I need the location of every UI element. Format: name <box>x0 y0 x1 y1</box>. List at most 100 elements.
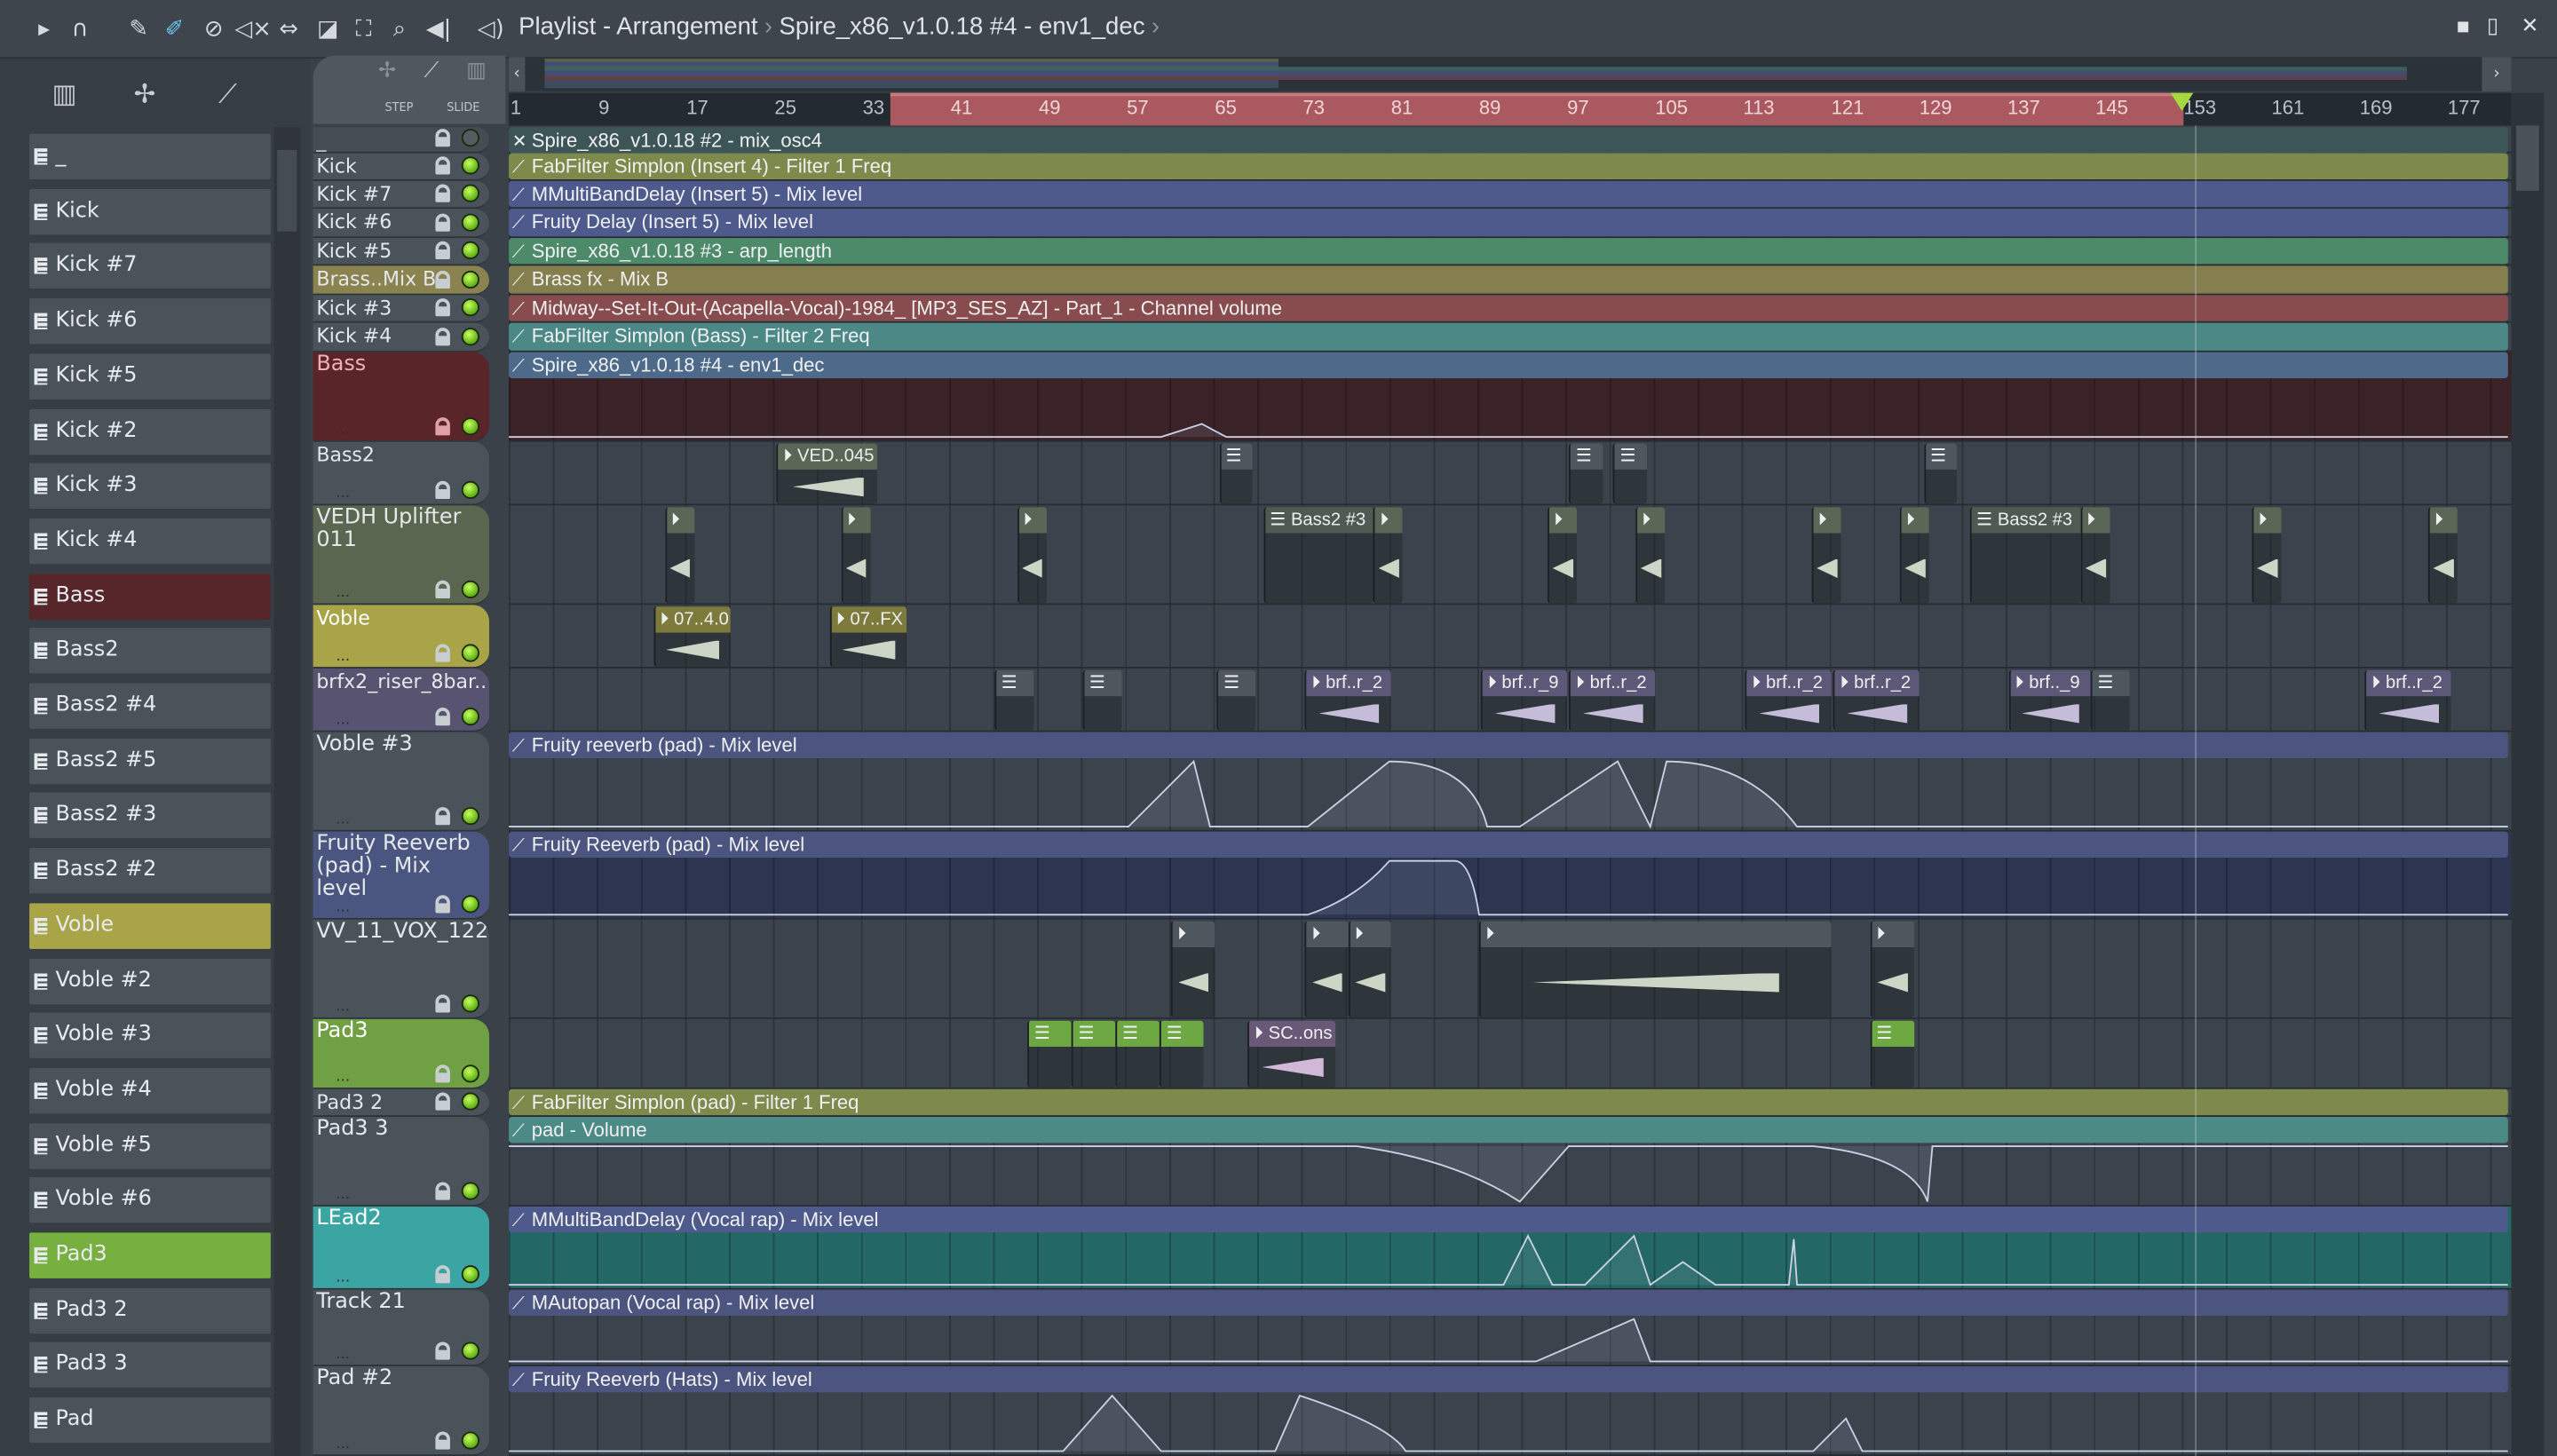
clip-header[interactable]: ⏵ brf..r_2 <box>1571 669 1656 697</box>
browser-item[interactable]: Kick #7 <box>29 243 271 289</box>
track-menu-dots[interactable]: ... <box>336 900 350 916</box>
pattern-clip[interactable]: ☰ <box>1082 669 1121 731</box>
track-menu-dots[interactable]: ... <box>336 1187 350 1203</box>
audio-clip[interactable]: ⏵ <box>840 507 871 604</box>
browser-item[interactable]: Voble #4 <box>29 1067 271 1114</box>
timeline-ruler[interactable]: 1 9 17 25 33 41 49 57 65 73 81 89 97 105 113 121 129 137 1… <box>509 92 2512 126</box>
browser-scrollbar[interactable] <box>273 127 300 1456</box>
automation-clip-icon[interactable]: ⟋ <box>512 297 525 322</box>
lock-icon[interactable] <box>435 417 450 436</box>
browser-item[interactable]: Pad3 3 <box>29 1342 271 1389</box>
track-enable-led[interactable] <box>461 708 479 726</box>
clip-header[interactable]: ⏵ <box>1636 507 1666 534</box>
lock-icon[interactable] <box>435 213 450 232</box>
clip-header[interactable]: ⏵ <box>1480 921 1832 948</box>
track-lane[interactable]: ⟋ MAutopan (Vocal rap) - Mix level <box>509 1289 2512 1366</box>
audio-wave-icon[interactable]: ✢ <box>378 59 396 83</box>
automation-clip[interactable]: ⟋ FabFilter Simplon (Insert 4) - Filter 1… <box>509 153 2508 180</box>
automation-clip-icon[interactable]: ⟋ <box>512 154 525 180</box>
track-menu-dots[interactable]: ... <box>336 1000 350 1016</box>
browser-item[interactable]: Voble #3 <box>29 1012 271 1059</box>
track-lane[interactable]: ☰ ☰ ☰ ☰ ⏵ SC..ons ☰ <box>509 1018 2512 1089</box>
track-enable-led[interactable] <box>461 417 479 436</box>
track-menu-dots[interactable]: ... <box>336 486 350 502</box>
automation-clip-icon[interactable]: ⟋ <box>512 1368 525 1394</box>
audio-clip[interactable]: ⏵ <box>1870 921 1914 1017</box>
track-header[interactable]: Fruity Reeverb (pad) - Mix level... <box>313 831 490 920</box>
track-header[interactable]: _ <box>313 127 490 154</box>
clip-header[interactable]: ☰ <box>1117 1020 1160 1048</box>
pattern-clip[interactable]: ☰ <box>1923 443 1957 504</box>
scroll-left-button[interactable]: ‹ <box>509 57 526 91</box>
clip-header[interactable]: ⏵ 07..4.0 <box>654 606 731 633</box>
browser-item[interactable]: Bass2 #4 <box>29 683 271 729</box>
automation-clip-icon[interactable]: ⟋ <box>512 267 525 293</box>
delete-icon[interactable]: ⊘ <box>199 15 228 44</box>
automation-envelope[interactable] <box>509 1145 2508 1203</box>
browser-item[interactable]: Pad3 <box>29 1232 271 1278</box>
pattern-clip[interactable]: ☰ <box>1569 443 1603 504</box>
track-enable-led[interactable] <box>461 184 479 202</box>
track-lane[interactable]: ✕ Spire_x86_v1.0.18 #2 - mix_osc4 <box>509 127 2512 154</box>
track-header[interactable]: Bass2... <box>313 441 490 506</box>
slip-icon[interactable]: ⇔ <box>274 15 304 44</box>
pattern-clip[interactable]: ☰ <box>1216 669 1256 731</box>
lock-icon[interactable] <box>435 1064 450 1083</box>
close-button[interactable]: ✕ <box>2521 15 2539 40</box>
automation-clip[interactable]: ⟋ Fruity reeverb (pad) - Mix level <box>509 732 2508 758</box>
pattern-clip[interactable]: ☰ <box>1613 443 1647 504</box>
automation-clip-icon[interactable]: ⟋ <box>512 733 525 759</box>
overview-selection[interactable] <box>544 59 1278 89</box>
clip-header[interactable]: ⏵ brf..r_2 <box>2366 669 2451 697</box>
track-menu-dots[interactable]: ... <box>336 1436 350 1452</box>
automation-clip-icon[interactable]: ⟋ <box>512 1119 525 1144</box>
audio-clip[interactable]: ⏵ 07..FX <box>829 606 907 668</box>
lock-icon[interactable] <box>435 1182 450 1200</box>
lock-icon[interactable] <box>435 1092 450 1111</box>
automation-clip[interactable]: ⟋ MMultiBandDelay (Insert 5) - Mix level <box>509 180 2508 208</box>
clip-header[interactable]: ⏵ <box>1172 921 1215 948</box>
track-header[interactable]: Kick #4 <box>313 322 490 352</box>
browser-item[interactable]: Bass <box>29 573 271 620</box>
track-lane[interactable]: ⟋ MMultiBandDelay (Insert 5) - Mix level <box>509 180 2512 210</box>
automation-clip-icon[interactable]: ⟋ <box>512 1292 525 1318</box>
scroll-right-button[interactable]: › <box>2482 57 2512 91</box>
clip-header[interactable]: ⏵ <box>1548 507 1578 534</box>
track-enable-led[interactable] <box>461 328 479 346</box>
track-enable-led[interactable] <box>461 644 479 662</box>
track-lane[interactable]: ⏵ 07..4.0 ⏵ 07..FX <box>509 605 2512 669</box>
automation-clip-icon[interactable]: ⟋ <box>512 1091 525 1117</box>
lock-icon[interactable] <box>435 807 450 826</box>
track-lane[interactable]: ⟋ Spire_x86_v1.0.18 #3 - arp_length <box>509 238 2512 266</box>
audio-clip[interactable]: ⏵ brf.._9 <box>2008 669 2092 731</box>
pattern-clip[interactable]: ☰ <box>1870 1020 1914 1088</box>
lock-icon[interactable] <box>435 1265 450 1284</box>
minimize-button[interactable]: ▪ <box>2456 15 2470 40</box>
audio-wave-icon[interactable]: ✢ <box>134 78 156 109</box>
automation-envelope[interactable] <box>509 1318 2508 1363</box>
audio-clip[interactable]: ⏵ <box>2079 507 2110 604</box>
track-header[interactable]: Voble... <box>313 605 490 669</box>
automation-clip[interactable]: ✕ Spire_x86_v1.0.18 #2 - mix_osc4 <box>509 127 2508 154</box>
lock-icon[interactable] <box>435 994 450 1013</box>
audio-clip[interactable]: ⏵ <box>1478 921 1832 1017</box>
pattern-clip[interactable]: ☰ <box>1027 1020 1073 1088</box>
pattern-clip[interactable]: ☰ <box>994 669 1033 731</box>
track-enable-led[interactable] <box>461 1265 479 1284</box>
track-enable-led[interactable] <box>461 1064 479 1083</box>
piano-roll-icon[interactable]: ▥ <box>52 78 77 109</box>
automation-curve[interactable] <box>509 1316 2508 1365</box>
audio-clip[interactable]: ⏵ SC..ons <box>1247 1020 1336 1088</box>
automation-clip-icon[interactable]: ⟋ <box>512 354 525 380</box>
browser-item[interactable]: Bass2 <box>29 628 271 675</box>
clip-header[interactable]: ☰ <box>1925 443 1957 470</box>
pattern-clip[interactable]: ☰ Bass2 #3 <box>1263 507 1373 604</box>
track-lane[interactable]: ⟋ FabFilter Simplon (pad) - Filter 1 Freq <box>509 1088 2512 1118</box>
track-enable-led[interactable] <box>461 156 479 175</box>
track-lane[interactable]: ⟋ Fruity reeverb (pad) - Mix level <box>509 732 2512 832</box>
track-menu-dots[interactable]: ... <box>336 1347 350 1363</box>
audio-clip[interactable]: ⏵ <box>664 507 694 604</box>
paint-icon[interactable]: ✐ <box>160 15 189 44</box>
audio-clip[interactable]: ⏵ <box>1811 507 1841 604</box>
track-header[interactable]: Pad3... <box>313 1018 490 1089</box>
